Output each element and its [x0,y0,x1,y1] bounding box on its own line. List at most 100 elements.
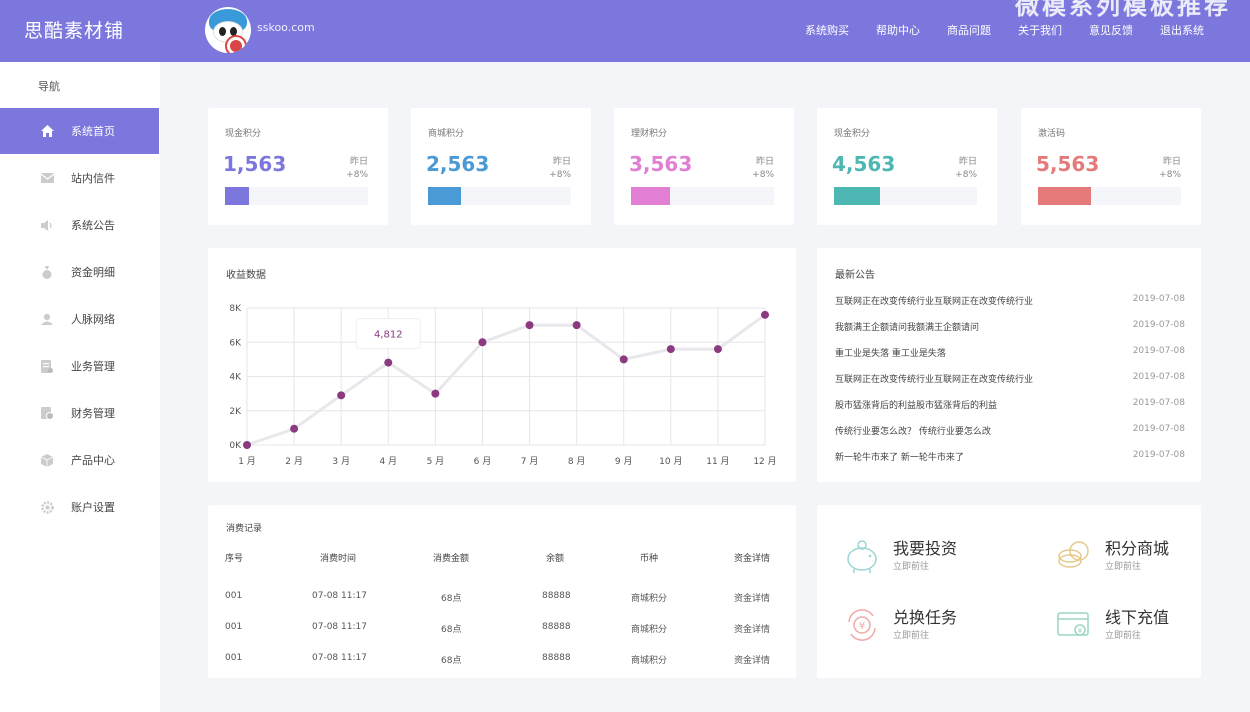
stat-progress-fill [428,187,461,205]
quick-link-mall[interactable]: 积分商城 立即前往 [1055,535,1215,581]
nav-link-help[interactable]: 帮助中心 [876,22,920,38]
site-domain: sskoo.com [257,21,315,34]
data-point [572,321,581,330]
sidebar-item-finance[interactable]: 财务管理 [0,390,159,436]
details-link[interactable]: 资金详情 [734,653,770,666]
nav-link-feedback[interactable]: 意见反馈 [1089,22,1133,38]
sidebar-item-network[interactable]: 人脉网络 [0,296,159,342]
notice-item[interactable]: 互联网正在改变传统行业互联网正在改变传统行业 2019-07-08 [835,294,1185,307]
x-tick-label: 12 月 [753,456,776,467]
stat-progress-bar [834,187,977,205]
stat-label: 激活码 [1038,129,1066,139]
records-card: 消费记录 序号 消费时间 消费金额 余额 币种 资金详情 001 07-08 1… [208,505,796,678]
data-point [290,424,299,433]
table-header-row: 序号 消费时间 消费金额 余额 币种 资金详情 [208,551,796,565]
table-row: 001 07-08 11:17 68点 88888 商城积分 资金详情 [225,622,771,635]
stat-label: 现金积分 [225,129,262,139]
stat-card-mall: 商城积分 2,563 昨日 +8% [411,108,591,225]
box-icon [40,453,54,467]
quick-link-title: 我要投资 [893,539,958,558]
top-nav: 系统购买 帮助中心 商品问题 关于我们 意见反馈 退出系统 [778,22,1204,38]
x-tick-label: 6 月 [474,456,492,467]
sidebar-item-home[interactable]: 系统首页 [0,108,159,154]
details-link[interactable]: 资金详情 [734,622,770,635]
x-tick-label: 4 月 [379,456,397,467]
quick-link-exchange[interactable]: ¥ 兑换任务 立即前往 [843,604,1003,650]
stat-change: 昨日 +8% [346,157,368,180]
notice-item[interactable]: 重工业是失落 重工业是失落 2019-07-08 [835,346,1185,359]
nav-link-buy[interactable]: 系统购买 [805,22,849,38]
sidebar-item-label: 财务管理 [71,407,115,420]
data-point [384,358,393,367]
sidebar-item-account[interactable]: 账户设置 [0,484,159,530]
sidebar-item-label: 产品中心 [71,454,115,467]
sidebar-item-mail[interactable]: 站内信件 [0,155,159,201]
sidebar-item-notice[interactable]: 系统公告 [0,202,159,248]
coins-icon [1058,541,1089,568]
sidebar-item-label: 系统首页 [71,125,115,138]
x-tick-label: 2 月 [285,456,303,467]
x-tick-label: 7 月 [521,456,539,467]
svg-text:¥: ¥ [859,621,865,632]
home-icon [40,124,54,138]
x-tick-label: 5 月 [427,456,445,467]
brand-name[interactable]: 思酷素材铺 [24,16,124,43]
income-chart-card: 收益数据 0K 2K 4K 6K 8K 1 月2 月3 月4 月5 月6 月7 月8 月9… [208,248,796,482]
notice-item[interactable]: 股市猛涨背后的利益股市猛涨背后的利益 2019-07-08 [835,398,1185,411]
x-tick-label: 11 月 [706,456,729,467]
y-tick-label: 8K [229,304,242,314]
stat-change: 昨日 +8% [955,157,977,180]
sidebar-item-funds[interactable]: 资金明细 [0,249,159,295]
sidebar-item-label: 资金明细 [71,266,115,279]
records-title: 消费记录 [226,524,263,534]
y-tick-label: 6K [229,338,242,348]
col-header-currency: 币种 [640,554,659,564]
sidebar-title: 导航 [38,80,60,93]
notice-item[interactable]: 新一轮牛市来了 新一轮牛市来了 2019-07-08 [835,450,1185,463]
sidebar-item-products[interactable]: 产品中心 [0,437,159,483]
quick-link-sub: 立即前往 [893,631,930,641]
stat-change: 昨日 +8% [549,157,571,180]
sidebar-item-label: 系统公告 [71,219,115,232]
finance-icon [40,406,54,420]
nav-link-about[interactable]: 关于我们 [1018,22,1062,38]
x-tick-label: 3 月 [332,456,350,467]
notice-item[interactable]: 我额满王企额请问我额满王企额请问 2019-07-08 [835,320,1185,333]
stat-progress-fill [1038,187,1091,205]
notice-item[interactable]: 传统行业要怎么改？ 传统行业要怎么改 2019-07-08 [835,424,1185,437]
quick-link-title: 积分商城 [1105,539,1170,558]
quick-link-title: 线下充值 [1105,608,1170,627]
data-point [713,345,722,354]
quick-link-invest[interactable]: 我要投资 立即前往 [843,535,1003,581]
stat-progress-fill [225,187,250,205]
quick-link-recharge[interactable]: ¥ 线下充值 立即前往 [1055,604,1215,650]
y-tick-label: 4K [229,373,242,383]
quick-links-card: 我要投资 立即前往 积分商城 立即前往 ¥ 兑换任务 立即前往 ¥ 线下充值 立… [817,505,1201,678]
stat-value: 3,563 [629,152,693,176]
income-line-chart: 0K 2K 4K 6K 8K 1 月 2 月 3 月 4 月 5 月 6 月 7 月 8 月 9 月 10 … [229,304,776,467]
stat-value: 2,563 [426,152,490,176]
sidebar: 导航 系统首页 站内信件 系统公告 资金明细 人脉网络 业务管理 财务管理 产品… [0,62,160,712]
sidebar-item-label: 人脉网络 [71,313,115,326]
card-recharge-icon: ¥ [1057,612,1089,636]
nav-link-logout[interactable]: 退出系统 [1160,22,1204,38]
stat-value: 1,563 [223,152,287,176]
piggy-bank-icon [847,540,877,573]
notice-card: 最新公告 互联网正在改变传统行业互联网正在改变传统行业 2019-07-08 我额… [817,248,1201,482]
table-row: 001 07-08 11:17 68点 88888 商城积分 资金详情 [225,591,771,604]
sidebar-item-business[interactable]: 业务管理 [0,343,159,389]
details-link[interactable]: 资金详情 [734,591,770,604]
col-header-id: 序号 [225,554,244,564]
series-line [246,313,766,447]
table-row: 001 07-08 11:17 68点 88888 商城积分 资金详情 [225,653,771,666]
document-icon [40,359,54,373]
chart-tooltip-value: 4,812 [374,330,403,341]
notice-item[interactable]: 互联网正在改变传统行业互联网正在改变传统行业 2019-07-08 [835,372,1185,385]
x-tick-label: 8 月 [568,456,586,467]
nav-link-product-issues[interactable]: 商品问题 [947,22,991,38]
stat-value: 5,563 [1036,152,1100,176]
sidebar-item-label: 业务管理 [71,360,115,373]
logo-avatar-icon[interactable] [205,7,251,53]
stat-progress-fill [834,187,880,205]
yuan-exchange-icon: ¥ [848,609,876,641]
